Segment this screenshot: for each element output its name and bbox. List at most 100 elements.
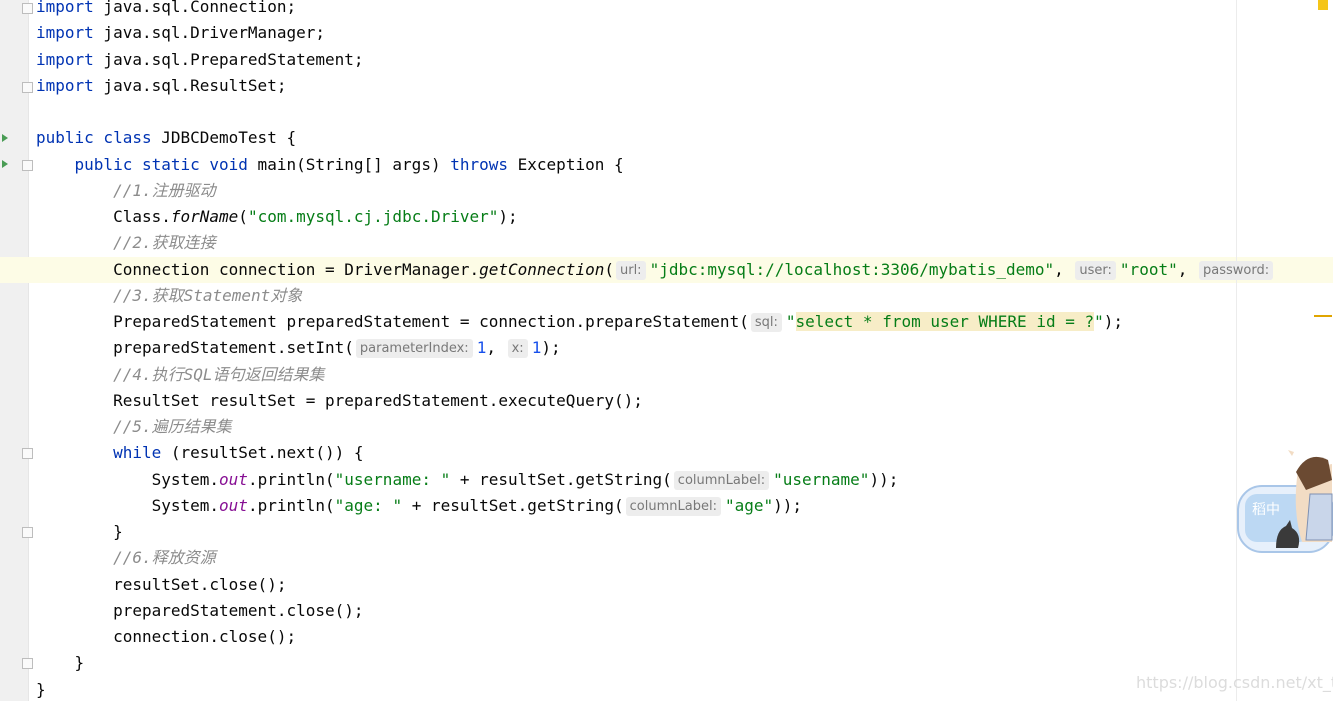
code-token: //5.遍历结果集 — [113, 417, 232, 436]
code-token: ( — [238, 207, 248, 226]
code-token: connection.close(); — [36, 627, 297, 646]
code-line[interactable]: System.out.println("age: " + resultSet.g… — [36, 493, 802, 519]
code-token: import — [36, 23, 94, 43]
inspection-status-icon[interactable] — [1318, 0, 1328, 10]
code-token: )); — [869, 469, 899, 489]
code-line[interactable]: } — [36, 677, 46, 703]
code-token: + resultSet.getString( — [450, 469, 672, 489]
code-token: "age" — [724, 495, 774, 515]
code-line[interactable]: public class JDBCDemoTest { — [36, 125, 296, 151]
code-line[interactable]: import java.sql.DriverManager; — [36, 20, 325, 46]
code-token: java.sql.PreparedStatement; — [93, 49, 364, 69]
code-token: ( — [604, 259, 614, 279]
code-token: 1 — [476, 338, 487, 358]
code-token: , — [486, 338, 506, 358]
code-token: } — [36, 679, 46, 699]
code-token: forName — [170, 207, 239, 226]
parameter-hint: columnLabel: — [625, 496, 721, 516]
parameter-hint: columnLabel: — [673, 470, 770, 490]
code-line[interactable]: import java.sql.Connection; — [36, 0, 296, 20]
code-token: ); — [498, 207, 518, 226]
code-token: resultSet.close(); — [36, 574, 287, 594]
code-token: while — [113, 443, 162, 463]
code-token: .println( — [247, 495, 335, 515]
parameter-hint: user: — [1075, 260, 1116, 280]
code-token: Connection connection = DriverManager. — [36, 259, 480, 279]
code-line[interactable]: PreparedStatement preparedStatement = co… — [36, 309, 1123, 335]
parameter-hint: sql: — [750, 313, 782, 332]
code-line[interactable]: resultSet.close(); — [36, 572, 286, 598]
code-token: throws — [450, 154, 509, 174]
code-line[interactable]: System.out.println("username: " + result… — [36, 467, 898, 493]
code-line[interactable]: preparedStatement.setInt(parameterIndex:… — [36, 335, 561, 361]
code-line[interactable]: //5.遍历结果集 — [36, 414, 232, 440]
code-line[interactable]: connection.close(); — [36, 624, 296, 650]
code-token: Exception { — [508, 154, 624, 174]
code-token: public static void — [74, 154, 248, 174]
code-token: getConnection — [479, 259, 605, 279]
code-editor[interactable]: import java.sql.Connection; import java.s… — [0, 0, 1333, 701]
code-token: , — [1054, 259, 1074, 279]
code-line[interactable]: //4.执行SQL语句返回结果集 — [36, 362, 325, 388]
code-token: " — [785, 312, 796, 331]
code-token: "root" — [1119, 259, 1178, 279]
code-line[interactable]: Connection connection = DriverManager.ge… — [36, 257, 1277, 283]
anime-widget-image[interactable]: 稻中 — [1236, 450, 1333, 555]
code-line[interactable]: //6.释放资源 — [36, 545, 216, 571]
code-token: main(String[] args) — [247, 154, 451, 174]
widget-label: 稻中 — [1252, 502, 1280, 518]
code-line[interactable]: import java.sql.ResultSet; — [36, 73, 286, 99]
parameter-hint: x: — [507, 339, 528, 359]
code-token: " — [1094, 312, 1104, 331]
warning-stripe-marker[interactable] — [1314, 315, 1332, 317]
code-token: "jdbc:mysql://localhost:3306/mybatis_dem… — [649, 259, 1055, 279]
code-token: java.sql.DriverManager; — [93, 23, 325, 43]
code-line[interactable]: } — [36, 519, 123, 545]
code-token: preparedStatement.setInt( — [36, 338, 354, 358]
code-token: out — [219, 469, 248, 489]
code-line[interactable]: public static void main(String[] args) t… — [36, 152, 624, 178]
code-line[interactable]: } — [36, 650, 85, 676]
code-token: ResultSet resultSet = preparedStatement.… — [36, 390, 643, 410]
code-token: select * from user WHERE id = ? — [795, 312, 1095, 331]
parameter-hint: password: — [1198, 260, 1274, 280]
watermark: https://blog.csdn.net/xt_tao — [1136, 673, 1333, 692]
code-line[interactable]: //2.获取连接 — [36, 230, 216, 256]
code-token: System. — [36, 495, 220, 515]
code-token: import — [36, 75, 94, 95]
code-token: )); — [773, 495, 803, 515]
code-token: out — [219, 495, 248, 515]
code-token: //2.获取连接 — [113, 233, 216, 253]
code-token: .println( — [247, 469, 335, 489]
code-token: import — [36, 0, 94, 16]
code-token: //4.执行SQL语句返回结果集 — [113, 364, 325, 384]
code-token: JDBCDemoTest { — [151, 128, 297, 148]
code-token: PreparedStatement preparedStatement = co… — [36, 312, 749, 331]
code-line[interactable]: import java.sql.PreparedStatement; — [36, 47, 364, 73]
code-line[interactable]: preparedStatement.close(); — [36, 598, 364, 624]
code-line[interactable]: ResultSet resultSet = preparedStatement.… — [36, 388, 643, 414]
code-line[interactable]: //1.注册驱动 — [36, 178, 216, 204]
code-line[interactable]: //3.获取Statement对象 — [36, 283, 302, 309]
code-token: + resultSet.getString( — [402, 495, 624, 515]
code-line[interactable]: while (resultSet.next()) { — [36, 440, 363, 466]
code-token: ); — [1103, 312, 1124, 331]
code-token: public class — [36, 128, 152, 148]
code-area[interactable]: import java.sql.Connection; import java.s… — [0, 0, 1333, 701]
code-token: } — [36, 653, 85, 673]
code-token: preparedStatement.close(); — [36, 600, 364, 620]
code-token: "username: " — [334, 469, 451, 489]
code-line[interactable]: Class.forName("com.mysql.cj.jdbc.Driver"… — [36, 204, 518, 230]
code-token: import — [36, 49, 94, 69]
code-token: "age: " — [334, 495, 403, 515]
parameter-hint: url: — [615, 260, 646, 280]
code-token: } — [36, 522, 123, 541]
code-token: //6.释放资源 — [113, 548, 216, 568]
